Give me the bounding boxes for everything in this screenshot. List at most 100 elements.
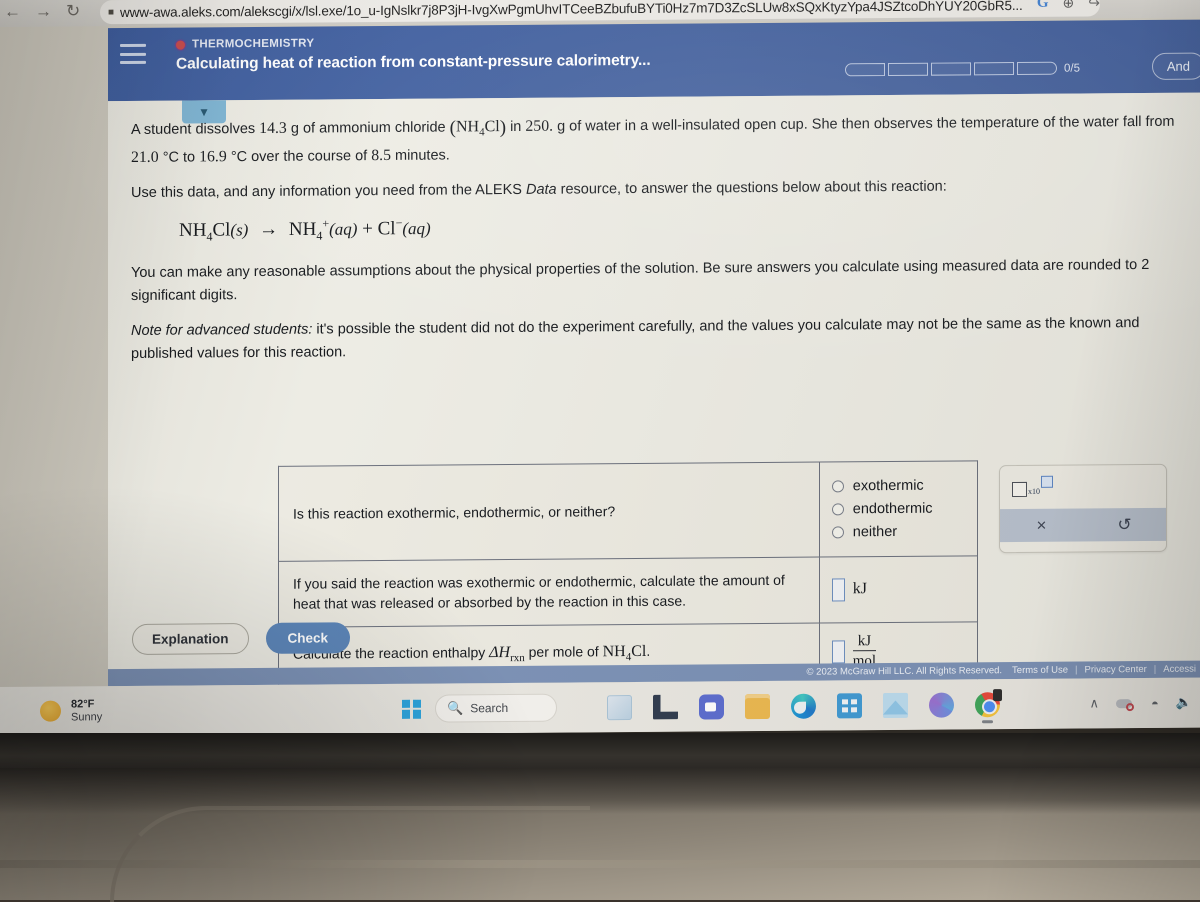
aleks-header: THERMOCHEMISTRY Calculating heat of reac… <box>108 19 1200 102</box>
enthalpy-symbol: ΔHrxn <box>489 644 525 665</box>
chrome-icon[interactable] <box>975 691 1000 723</box>
mail-icon[interactable] <box>883 692 908 718</box>
weather-temperature: 82°F <box>71 698 95 711</box>
teams-icon[interactable] <box>699 693 724 720</box>
radio-option-exothermic[interactable]: exothermic <box>831 477 965 495</box>
mantissa-box-icon <box>1012 481 1027 498</box>
progress-count: 0/5 <box>1064 62 1080 75</box>
weather-description: Sunny <box>71 710 103 724</box>
search-input[interactable]: 🔍 Search <box>435 693 557 723</box>
radio-label: exothermic <box>852 477 924 495</box>
volume-icon[interactable]: 🔈 <box>1176 695 1192 711</box>
stmt-f: °C over the course of <box>230 148 368 166</box>
stmt-a: A student dissolves <box>131 120 256 138</box>
footer-privacy-link[interactable]: Privacy Center <box>1084 664 1146 675</box>
deck-curve <box>110 806 590 902</box>
mass-value: 14.3 <box>259 119 287 137</box>
heat-unit-label: kJ <box>852 580 867 598</box>
footer-separator: | <box>1153 663 1157 675</box>
question-cell-1: Is this reaction exothermic, endothermic… <box>278 462 820 562</box>
topic-dot-icon <box>176 40 185 50</box>
taskbar-center: 🔍 Search <box>402 683 557 734</box>
radio-icon[interactable] <box>831 480 844 493</box>
exponent-box-icon <box>1041 475 1053 488</box>
folder-icon[interactable] <box>745 693 770 719</box>
progress-segment <box>1017 61 1057 76</box>
tray-chevron-icon[interactable]: ∧ <box>1089 695 1099 711</box>
site-info-icon[interactable]: ■ <box>108 7 114 18</box>
taskbar-app-icons <box>607 679 1000 732</box>
wifi-icon[interactable]: ◓ <box>1151 695 1159 710</box>
instruction-pre: Use this data, and any information you n… <box>131 181 522 201</box>
instruction-line: Use this data, and any information you n… <box>131 173 1191 205</box>
footer-separator: | <box>1075 664 1078 676</box>
onedrive-icon[interactable] <box>929 692 954 718</box>
stmt-c: in <box>510 118 522 135</box>
enthalpy-formula: NH4Cl <box>602 643 647 664</box>
advanced-note-label: Note for advanced students: <box>131 321 313 339</box>
progress-segment <box>888 62 928 77</box>
footer-accessibility-link[interactable]: Accessi <box>1163 664 1196 675</box>
deck-edge <box>0 860 1200 868</box>
share-icon[interactable]: ↪ <box>1088 0 1100 11</box>
weather-widget[interactable]: 82°F Sunny <box>40 698 102 724</box>
keypad-action-row: × ↺ <box>1000 507 1166 543</box>
scientific-notation-button[interactable]: x10 <box>1012 475 1053 498</box>
x10-label: x10 <box>1028 486 1040 496</box>
instruction-post: resource, to answer the questions below … <box>560 178 947 198</box>
forward-arrow-icon[interactable]: → <box>35 2 52 22</box>
stmt-g: minutes. <box>395 147 450 164</box>
enthalpy-question-mid: per mole of <box>528 643 599 661</box>
action-buttons: Explanation Check <box>132 622 351 655</box>
stmt-d: g of water in a well-insulated open cup.… <box>557 113 1175 135</box>
enthalpy-question-post: . <box>646 643 651 660</box>
progress-segment <box>845 63 885 77</box>
check-button[interactable]: Check <box>265 622 351 654</box>
microsoft-store-icon[interactable] <box>837 692 862 718</box>
and-button[interactable]: And <box>1151 52 1200 80</box>
edge-icon[interactable] <box>791 693 816 719</box>
widgets-icon[interactable] <box>607 694 632 720</box>
address-bar-url: www-awa.aleks.com/alekscgi/x/lsl.exe/1o_… <box>120 0 1023 20</box>
table-row: If you said the reaction was exothermic … <box>278 555 978 627</box>
content-sheet: ▾ A student dissolves 14.3 g of ammonium… <box>108 92 1200 687</box>
radio-label: endothermic <box>852 500 933 518</box>
topic-row: THERMOCHEMISTRY <box>176 38 314 51</box>
table-row: Is this reaction exothermic, endothermic… <box>278 460 978 562</box>
google-icon[interactable]: G <box>1037 0 1049 12</box>
system-tray: ∧ ◓ 🔈 <box>1089 678 1192 729</box>
footer-terms-link[interactable]: Terms of Use <box>1012 665 1068 676</box>
running-indicator <box>982 720 993 723</box>
laptop-photo: ← → ↻ ■ www-awa.aleks.com/alekscgi/x/lsl… <box>0 0 1200 902</box>
stmt-e: °C to <box>162 149 196 166</box>
heat-input[interactable] <box>831 578 845 602</box>
cloud-sync-icon[interactable] <box>1115 696 1134 712</box>
ammonium-chloride-formula: (NH4Cl) <box>449 117 507 139</box>
radio-icon[interactable] <box>831 503 844 516</box>
radio-icon[interactable] <box>831 526 844 539</box>
zoom-icon[interactable]: ⊕ <box>1063 0 1075 12</box>
explanation-button[interactable]: Explanation <box>132 623 249 655</box>
deck-shadow <box>0 768 1200 814</box>
windows-taskbar: 82°F Sunny 🔍 Search ∧ ◓ 🔈 <box>0 677 1200 737</box>
enthalpy-input[interactable] <box>831 640 845 664</box>
time-value: 8.5 <box>371 146 391 165</box>
search-icon: 🔍 <box>447 700 464 716</box>
radio-label: neither <box>852 523 898 541</box>
hamburger-menu-icon[interactable] <box>120 43 146 65</box>
back-arrow-icon[interactable]: ← <box>4 2 21 22</box>
math-keypad: x10 × ↺ <box>999 463 1167 554</box>
progress-segments <box>845 61 1057 77</box>
page-title: Calculating heat of reaction from consta… <box>176 51 651 73</box>
screen-bezel <box>0 733 1200 771</box>
undo-button[interactable]: ↺ <box>1083 508 1166 542</box>
advanced-note: Note for advanced students: it's possibl… <box>131 311 1171 366</box>
sun-icon <box>40 700 61 722</box>
reload-icon[interactable]: ↻ <box>66 1 80 21</box>
answer-cell-1: exothermic endothermic neither <box>819 460 978 558</box>
radio-option-neither[interactable]: neither <box>831 523 965 541</box>
windows-start-icon[interactable] <box>402 699 421 719</box>
radio-option-endothermic[interactable]: endothermic <box>831 500 965 518</box>
file-explorer-icon[interactable] <box>653 694 678 719</box>
clear-button[interactable]: × <box>1000 508 1083 542</box>
